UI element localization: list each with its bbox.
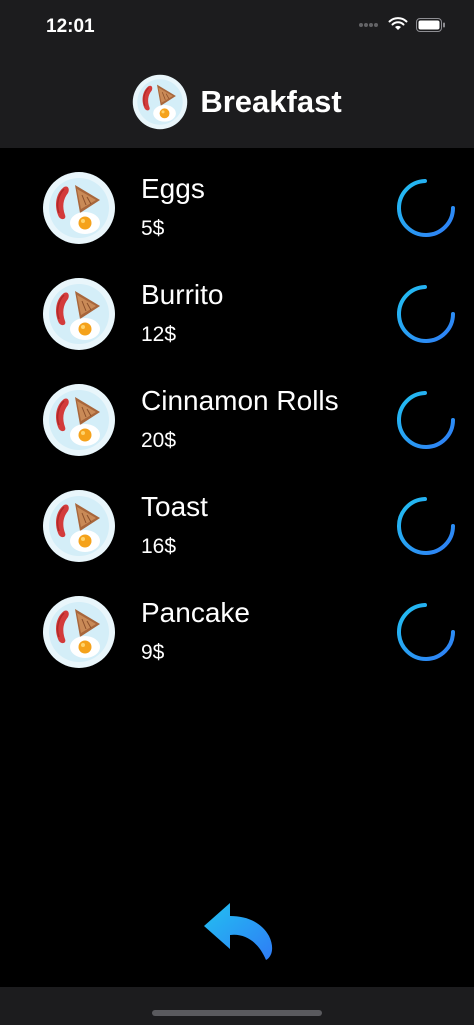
list-item[interactable]: Eggs 5$ — [0, 148, 474, 254]
list-item[interactable]: Burrito 12$ — [0, 254, 474, 360]
page-title: Breakfast — [200, 84, 342, 119]
item-price: 16$ — [141, 535, 177, 558]
item-price: 5$ — [141, 217, 165, 240]
item-name: Cinnamon Rolls — [141, 385, 339, 416]
list-item[interactable]: Cinnamon Rolls 20$ — [0, 360, 474, 466]
back-arrow-icon[interactable] — [202, 900, 274, 962]
list-item[interactable]: Toast 16$ — [0, 466, 474, 572]
plus-circle-icon[interactable] — [396, 284, 456, 344]
item-price: 12$ — [141, 323, 177, 346]
breakfast-plate-icon — [42, 383, 116, 457]
navigation-bar: Breakfast — [0, 56, 474, 148]
item-name: Pancake — [141, 597, 250, 628]
plus-circle-icon[interactable] — [396, 496, 456, 556]
breakfast-plate-icon — [42, 595, 116, 669]
item-name: Toast — [141, 491, 208, 522]
breakfast-plate-icon — [42, 171, 116, 245]
menu-list: Eggs 5$ Burrito 12$ Cinnamon Rolls 20$ T… — [0, 148, 474, 678]
status-icons — [358, 17, 446, 32]
home-indicator[interactable] — [152, 1010, 322, 1016]
item-name: Burrito — [141, 279, 224, 310]
breakfast-plate-icon — [42, 277, 116, 351]
plus-circle-icon[interactable] — [396, 178, 456, 238]
plus-circle-icon[interactable] — [396, 390, 456, 450]
status-time: 12:01 — [46, 16, 95, 37]
battery-icon — [416, 17, 445, 32]
list-item[interactable]: Pancake 9$ — [0, 572, 474, 678]
status-bar: 12:01 — [0, 0, 474, 56]
breakfast-plate-icon — [42, 489, 116, 563]
nav-title-group: Breakfast — [132, 74, 342, 130]
wifi-icon — [388, 17, 408, 30]
breakfast-plate-icon — [132, 74, 188, 130]
item-name: Eggs — [141, 173, 205, 204]
plus-circle-icon[interactable] — [396, 602, 456, 662]
item-price: 20$ — [141, 429, 177, 452]
signal-icon — [359, 22, 378, 27]
item-price: 9$ — [141, 641, 165, 664]
home-bar-area — [0, 987, 474, 1025]
